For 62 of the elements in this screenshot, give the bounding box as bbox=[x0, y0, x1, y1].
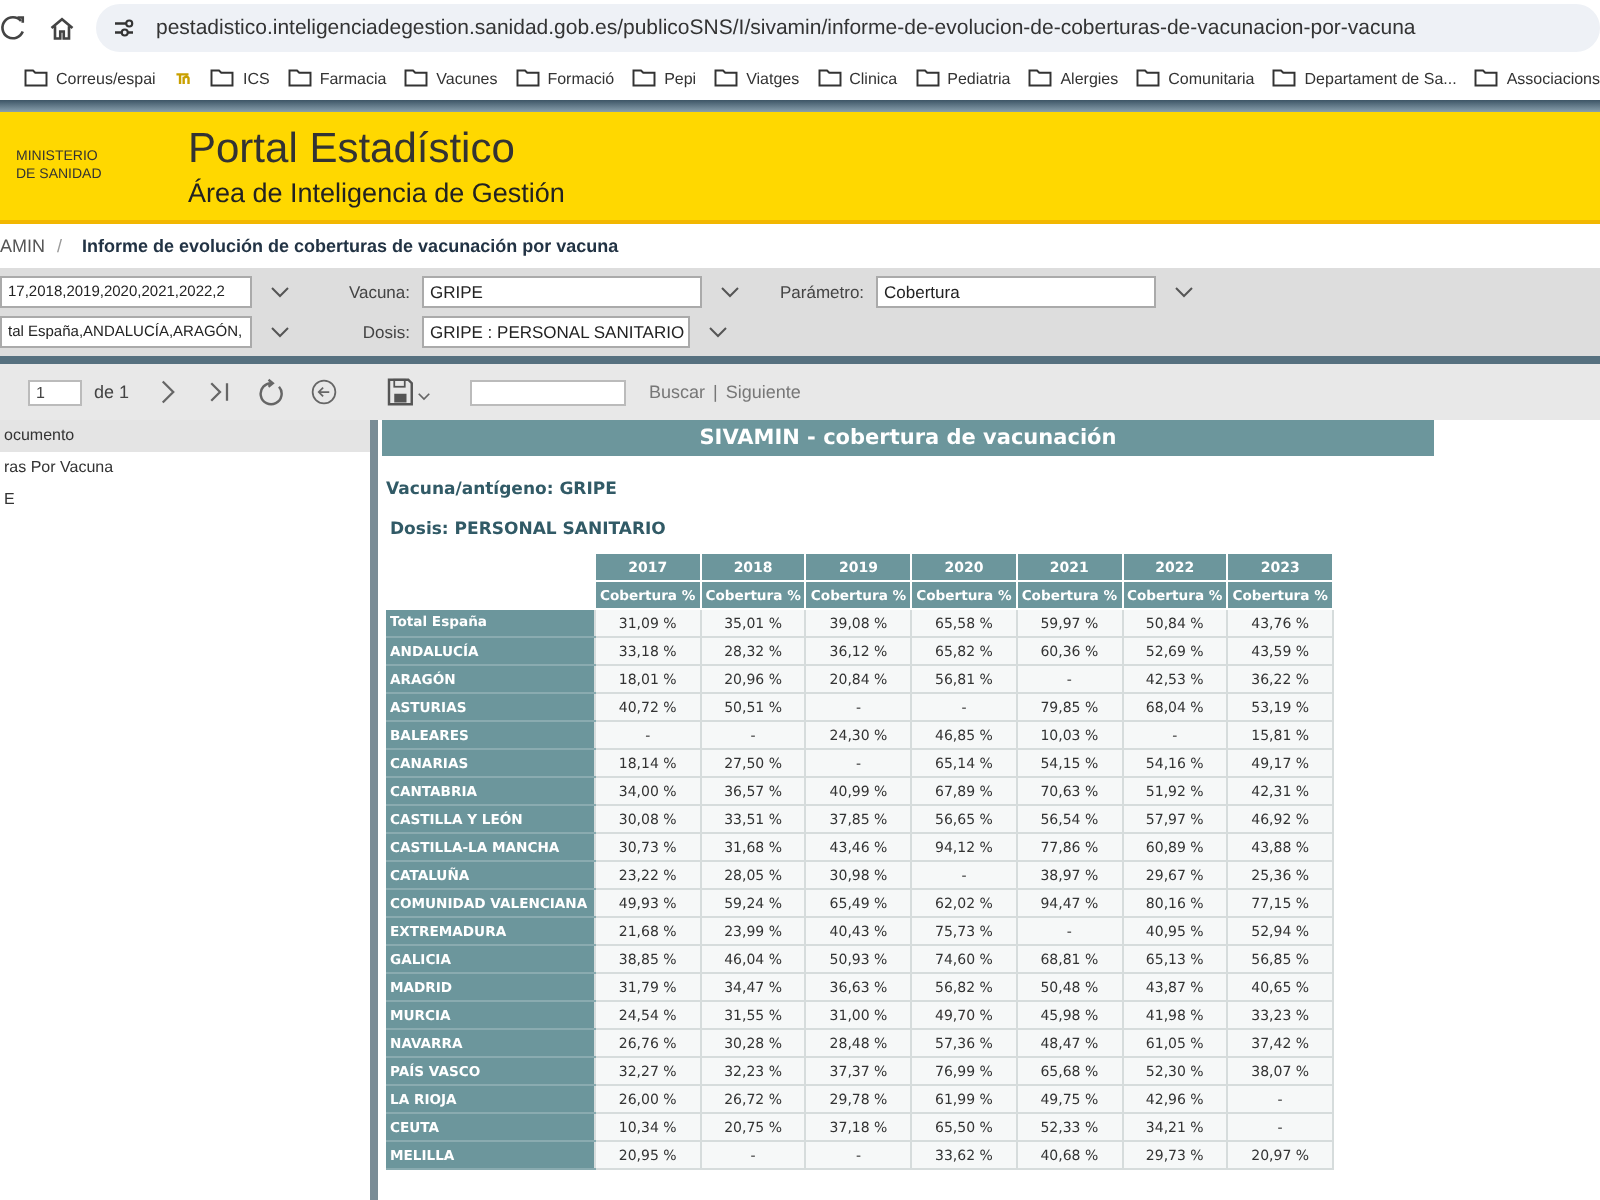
portal-subtitle: Área de Inteligencia de Gestión bbox=[188, 177, 565, 207]
breadcrumb-link[interactable]: AMIN bbox=[0, 236, 45, 256]
folder-icon bbox=[210, 68, 235, 88]
dosis-label: Dosis: bbox=[360, 322, 410, 342]
folder-icon bbox=[632, 68, 657, 88]
chevron-down-icon[interactable] bbox=[270, 326, 290, 338]
chevron-down-icon[interactable] bbox=[720, 286, 740, 298]
bookmark-folder[interactable]: Pediatria bbox=[915, 68, 1011, 88]
folder-icon bbox=[287, 68, 312, 88]
folder-icon bbox=[515, 68, 540, 88]
link-divider: | bbox=[713, 382, 718, 402]
next-link[interactable]: Siguiente bbox=[725, 382, 801, 402]
search-link[interactable]: Buscar bbox=[649, 382, 706, 402]
breadcrumb-separator: / bbox=[57, 236, 63, 256]
last-page-icon[interactable] bbox=[205, 378, 234, 406]
save-icon[interactable] bbox=[385, 378, 434, 406]
folder-icon bbox=[404, 68, 429, 88]
page-number-field[interactable]: 1 bbox=[28, 379, 82, 405]
breadcrumb-current: Informe de evolución de coberturas de vacunación por vacuna bbox=[82, 236, 619, 256]
vacuna-select[interactable]: GRIPE bbox=[422, 276, 702, 308]
bookmark-folder[interactable]: ICS bbox=[210, 68, 270, 88]
document-map-item[interactable]: E bbox=[0, 484, 370, 516]
folder-icon bbox=[915, 68, 940, 88]
back-icon[interactable] bbox=[309, 378, 338, 406]
dosis-select[interactable]: GRIPE : PERSONAL SANITARIO bbox=[422, 316, 690, 348]
dose-label: Dosis: PERSONAL SANITARIO bbox=[390, 520, 668, 540]
chevron-down-icon[interactable] bbox=[270, 286, 290, 298]
chevron-down-icon[interactable] bbox=[1174, 286, 1194, 298]
document-map-header: ocumento bbox=[0, 420, 370, 452]
bookmark-folder[interactable]: Clinica bbox=[817, 68, 898, 88]
bookmark-folder[interactable]: Viatges bbox=[714, 68, 800, 88]
bookmark-folder[interactable]: Formació bbox=[515, 68, 615, 88]
reload-icon[interactable] bbox=[0, 14, 28, 42]
bookmark-folder[interactable]: Associacions bbox=[1474, 68, 1600, 88]
portal-title: Portal Estadístico bbox=[188, 125, 517, 173]
folder-icon bbox=[714, 68, 739, 88]
bookmark-folder[interactable]: Comunitaria bbox=[1136, 68, 1255, 88]
report-title: SIVAMIN - cobertura de vacunación bbox=[382, 420, 1434, 456]
vacuna-label: Vacuna: bbox=[346, 282, 410, 302]
bookmark-folder[interactable]: Correus/espai bbox=[24, 68, 156, 88]
bookmark-folder[interactable]: Farmacia bbox=[287, 68, 387, 88]
folder-icon bbox=[1474, 68, 1499, 88]
bookmark-folder[interactable]: Alergies bbox=[1028, 68, 1119, 88]
folder-icon bbox=[817, 68, 842, 88]
folder-icon bbox=[1272, 68, 1297, 88]
folder-icon bbox=[24, 68, 48, 88]
bookmark-folder[interactable]: Pepi bbox=[632, 68, 697, 88]
search-field[interactable] bbox=[469, 379, 626, 405]
page-count: de 1 bbox=[94, 382, 130, 402]
folder-icon bbox=[1136, 68, 1161, 88]
chevron-down-icon[interactable] bbox=[708, 326, 728, 338]
bookmark-folder[interactable]: Departament de Sa... bbox=[1272, 68, 1457, 88]
document-map-item[interactable]: ras Por Vacuna bbox=[0, 452, 370, 484]
refresh-icon[interactable] bbox=[257, 378, 286, 406]
parametro-select[interactable]: Cobertura bbox=[876, 276, 1156, 308]
vaccine-label: Vacuna/antígeno: GRIPE bbox=[386, 480, 619, 500]
site-settings-icon[interactable] bbox=[112, 16, 136, 40]
home-icon[interactable] bbox=[48, 14, 76, 42]
bookmark-folder[interactable]: Vacunes bbox=[404, 68, 498, 88]
parametro-label: Parámetro: bbox=[780, 282, 864, 302]
address-bar[interactable]: pestadistico.inteligenciadegestion.sanidad.gob.es/publicoSNS/I/sivamin/informe-de-evolucion-de-coberturas-de-vacunacion-por-vacuna bbox=[96, 4, 1600, 52]
folder-icon bbox=[1028, 68, 1053, 88]
